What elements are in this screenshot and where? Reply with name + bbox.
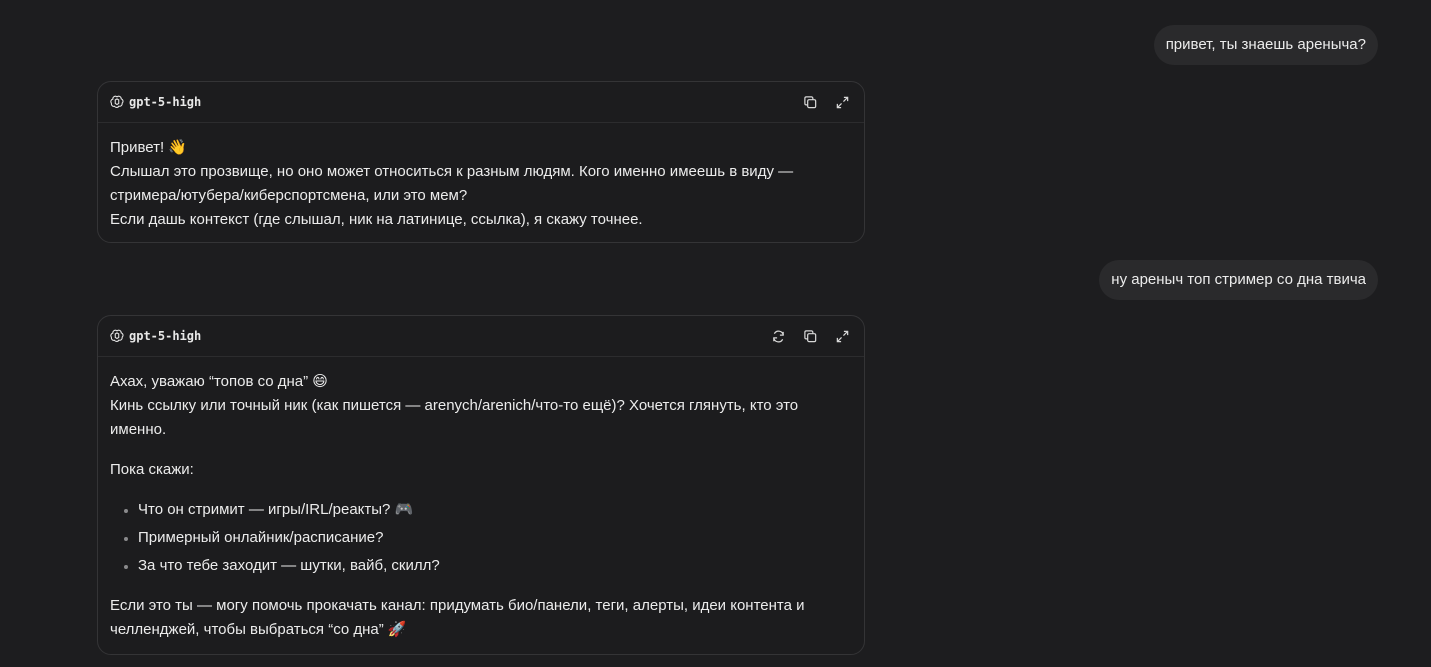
card-header: gpt-5-high [98,82,864,123]
message-line: Если это ты — могу помочь прокачать кана… [110,597,805,614]
expand-button[interactable] [832,326,852,346]
message-body: Привет! 👋 Слышал это прозвище, но оно мо… [98,123,864,244]
assistant-message-card: gpt-5-high Привет! 👋 Слышал это прозвище… [97,81,865,243]
copy-button[interactable] [800,92,820,112]
chat-thread: привет, ты знаешь ареныча? gpt-5-high Пр… [0,0,1431,667]
message-line: Ахах, уважаю “топов со дна” 😄 [110,373,328,390]
regenerate-button[interactable] [768,326,788,346]
model-name: gpt-5-high [129,329,202,343]
message-line: именно. [110,421,167,438]
openai-logo-icon [110,95,124,109]
expand-icon [836,96,848,108]
copy-button[interactable] [800,326,820,346]
message-body: Ахах, уважаю “топов со дна” 😄 Кинь ссылк… [98,357,864,654]
copy-icon [803,95,816,108]
message-line: Если дашь контекст (где слышал, ник на л… [110,211,643,228]
message-line: Слышал это прозвище, но оно может относи… [110,163,794,180]
message-line: челленджей, чтобы выбраться “со дна” 🚀 [110,621,407,638]
regenerate-icon [772,330,784,342]
message-line: Кинь ссылку или точный ник (как пишется … [110,397,799,414]
list-item: Что он стримит — игры/IRL/реакты? 🎮 [138,498,852,522]
model-name: gpt-5-high [129,95,202,109]
list-item: Примерный онлайник/расписание? [138,526,852,550]
user-message: привет, ты знаешь ареныча? [1153,25,1378,65]
message-line: стримера/ютубера/киберспортсмена, или эт… [110,187,468,204]
message-line: Пока скажи: [110,461,194,478]
expand-icon [836,330,848,342]
bullet-list: Что он стримит — игры/IRL/реакты? 🎮 Прим… [110,498,852,578]
list-item: За что тебе заходит — шутки, вайб, скилл… [138,554,852,578]
user-message: ну ареныч топ стример со дна твича [1099,260,1378,300]
assistant-message-card: gpt-5-high Ахах, уважаю “топов со дна” 😄… [97,315,865,655]
expand-button[interactable] [832,92,852,112]
card-header: gpt-5-high [98,316,864,357]
message-line: Привет! 👋 [110,139,188,156]
copy-icon [803,329,816,342]
openai-logo-icon [110,329,124,343]
